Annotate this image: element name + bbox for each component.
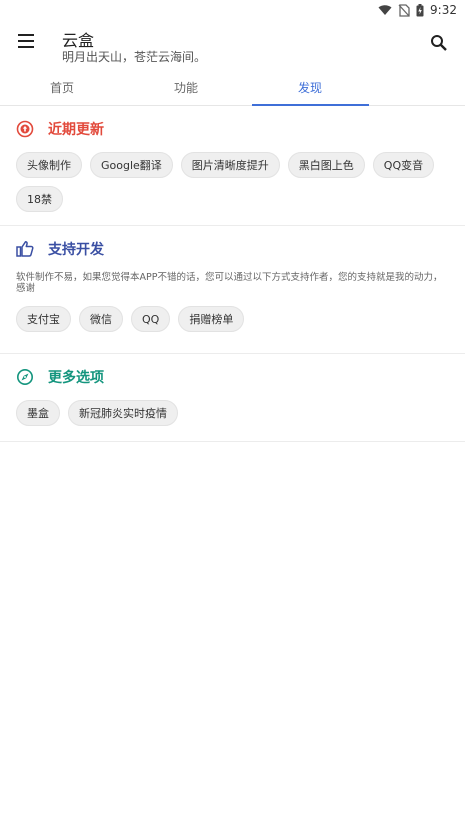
section-recent-updates: 近期更新 头像制作 Google翻译 图片清晰度提升 黑白图上色 QQ变音 18…	[0, 106, 465, 226]
thumb-up-icon	[16, 241, 34, 257]
tab-bar: 首页 功能 发现	[0, 70, 465, 106]
chip-google-translate[interactable]: Google翻译	[90, 152, 173, 178]
chip-group: 墨盒 新冠肺炎实时疫情	[0, 400, 465, 426]
battery-charging-icon	[416, 3, 424, 16]
section-title: 更多选项	[48, 370, 104, 386]
tab-features[interactable]: 功能	[128, 70, 244, 105]
tab-home[interactable]: 首页	[4, 70, 120, 105]
search-icon[interactable]	[429, 33, 449, 53]
chip-covid-tracker[interactable]: 新冠肺炎实时疫情	[68, 400, 178, 426]
chip-mohe[interactable]: 墨盒	[16, 400, 60, 426]
chip-alipay[interactable]: 支付宝	[16, 306, 71, 332]
menu-icon[interactable]	[18, 34, 38, 50]
section-header: 支持开发	[0, 226, 465, 272]
chip-image-enhance[interactable]: 图片清晰度提升	[180, 152, 280, 178]
section-title: 近期更新	[48, 122, 104, 138]
chip-group: 支付宝 微信 QQ 捐赠榜单	[0, 306, 465, 332]
status-bar: 9:32	[0, 0, 465, 20]
section-support-dev: 支持开发 软件制作不易，如果您觉得本APP不错的话，您可以通过以下方式支持作者，…	[0, 226, 465, 354]
tab-discover[interactable]: 发现	[252, 70, 368, 105]
chip-avatar-maker[interactable]: 头像制作	[16, 152, 82, 178]
chip-wechat[interactable]: 微信	[79, 306, 123, 332]
chip-group: 头像制作 Google翻译 图片清晰度提升 黑白图上色 QQ变音 18禁	[0, 152, 465, 212]
chip-qq-voice[interactable]: QQ变音	[372, 152, 435, 178]
chip-colorize[interactable]: 黑白图上色	[287, 152, 365, 178]
status-icons: 9:32	[378, 1, 457, 19]
app-subtitle: 明月出天山，苍茫云海间。	[62, 50, 207, 64]
chip-18[interactable]: 18禁	[16, 186, 63, 212]
no-sim-icon	[398, 3, 410, 17]
clock: 9:32	[430, 3, 457, 17]
upload-circle-icon	[16, 120, 34, 138]
wifi-icon	[378, 5, 392, 15]
section-title: 支持开发	[48, 242, 104, 258]
compass-icon	[17, 369, 33, 385]
app-bar: 云盒 明月出天山，苍茫云海间。	[0, 20, 465, 70]
support-description: 软件制作不易，如果您觉得本APP不错的话，您可以通过以下方式支持作者，您的支持就…	[16, 272, 443, 294]
chip-qq[interactable]: QQ	[131, 306, 171, 332]
section-header: 近期更新	[0, 106, 465, 152]
section-header: 更多选项	[0, 354, 465, 400]
chip-donation-list[interactable]: 捐赠榜单	[178, 306, 245, 332]
section-more-options: 更多选项 墨盒 新冠肺炎实时疫情	[0, 354, 465, 442]
